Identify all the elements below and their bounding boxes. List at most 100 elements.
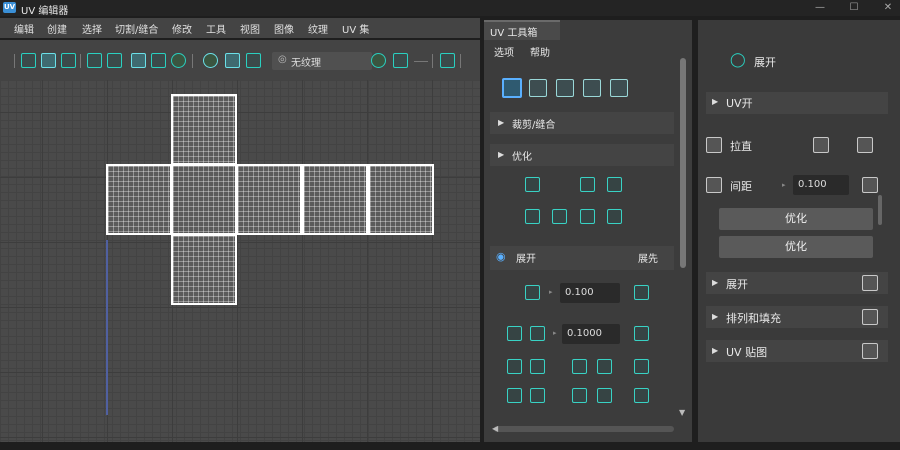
unfold-along-icon[interactable] [607,177,622,192]
distortion-icon[interactable] [151,53,166,68]
scroll-left-arrow-icon[interactable]: ◀ [492,424,498,433]
optimize-button-1[interactable]: 优化 [719,208,873,230]
section-optimize-label: 优化 [512,152,532,163]
toolbar-separator [432,54,433,68]
snapshot-icon[interactable] [440,53,455,68]
gamma-slider-icon[interactable] [393,53,408,68]
texture-icon: ◎ [278,54,287,65]
select-grid-icon[interactable] [583,79,601,97]
section-unfold-2-label: 展开 [726,278,748,291]
grid-display-icon[interactable] [87,53,102,68]
toolkit-menu-options[interactable]: 选项 [494,44,514,59]
field-arrow-icon: ▸ [553,329,557,337]
uv-shell-face-bottom[interactable] [171,234,237,305]
grid-options-icon[interactable] [634,326,649,341]
rotate-options-icon[interactable] [530,326,545,341]
menu-select[interactable]: 选择 [82,21,102,36]
optimize-icon[interactable] [525,177,540,192]
right-panel [698,20,900,442]
select-faces-icon[interactable] [610,79,628,97]
toolkit-menu-help[interactable]: 帮助 [530,44,550,59]
uv-shell-face-top[interactable] [171,94,237,165]
flip-icon-3[interactable] [572,388,587,403]
align-icon-4[interactable] [597,359,612,374]
rotate-icon[interactable] [507,326,522,341]
toolbar-separator [460,54,461,68]
texture-dropdown[interactable] [272,52,372,70]
select-edge-loop-icon[interactable] [556,79,574,97]
uv-axis-line [106,240,108,415]
align-icon-3[interactable] [572,359,587,374]
uv-shell-face-back-2[interactable] [368,164,434,235]
section-options-icon[interactable] [862,309,878,325]
unfold-section-icon: ◉ [496,250,506,263]
straighten-icon[interactable] [580,177,595,192]
menu-edit[interactable]: 编辑 [14,21,34,36]
expand-arrow-icon: ▶ [712,312,719,321]
unfold-value-field[interactable]: 0.100 [560,283,620,303]
menu-texture[interactable]: 纹理 [308,21,328,36]
right-panel-scrollbar[interactable] [878,195,882,225]
select-border-icon[interactable] [529,79,547,97]
spacing-options-icon[interactable] [862,177,878,193]
relax-icon[interactable] [525,209,540,224]
shaded-uv-icon[interactable] [225,53,240,68]
align-icon-1[interactable] [507,359,522,374]
flip-icon-4[interactable] [597,388,612,403]
rotate-value-field[interactable]: 0.1000 [562,324,620,344]
frame-uv-icon[interactable] [246,53,261,68]
uv-shell-face-right[interactable] [236,164,302,235]
toolkit-vertical-scrollbar[interactable] [680,58,686,268]
smooth-icon[interactable] [552,209,567,224]
section-unfold-label: 展开 [516,254,536,265]
texture-dropdown-value: 无纹理 [291,58,321,69]
uv-shell-face-back[interactable] [302,164,368,235]
menu-tools[interactable]: 工具 [206,21,226,36]
close-button[interactable]: ✕ [880,1,896,15]
checker-map-icon[interactable] [131,53,146,68]
align-icon-2[interactable] [530,359,545,374]
toolkit-horizontal-scrollbar[interactable] [494,426,674,432]
straighten-u-icon[interactable] [813,137,829,153]
optimize-button-2[interactable]: 优化 [719,236,873,258]
section-cut-sew-label: 裁剪/缝合 [512,120,556,131]
menu-create[interactable]: 创建 [47,21,67,36]
uv-shell-face-left[interactable] [106,164,172,235]
select-shell-icon[interactable] [502,78,522,98]
scroll-down-arrow-icon[interactable]: ▼ [679,408,685,417]
section-options-icon[interactable] [862,275,878,291]
texture-tiles-icon[interactable] [171,53,186,68]
align-icon-5[interactable] [634,359,649,374]
expand-arrow-icon: ▶ [498,118,505,127]
uv-shell-face-front[interactable] [171,164,237,235]
unfold-options-icon[interactable] [634,285,649,300]
menu-cut-sew[interactable]: 切割/缝合 [115,21,158,36]
straighten-row-icon [706,137,722,153]
isolate-select-icon[interactable] [203,53,218,68]
menu-view[interactable]: 视图 [240,21,260,36]
exposure-icon[interactable] [371,53,386,68]
right-panel-top-label: 展开 [754,56,776,69]
uv-face-mode-icon[interactable] [61,53,76,68]
uv-viewport[interactable] [0,80,480,442]
minimize-button[interactable]: — [812,1,828,15]
flip-icon-1[interactable] [507,388,522,403]
menu-image[interactable]: 图像 [274,21,294,36]
menu-uv-sets[interactable]: UV 集 [342,21,369,36]
flip-icon-2[interactable] [530,388,545,403]
spacing-value-field[interactable]: 0.100 [793,175,849,195]
straighten-v-icon[interactable] [857,137,873,153]
uv-select-mode-icon[interactable] [21,53,36,68]
distribute-icon[interactable] [580,209,595,224]
flip-icon-5[interactable] [634,388,649,403]
expand-arrow-icon: ▶ [712,97,719,106]
maximize-button[interactable]: ☐ [846,1,862,15]
layout-icon[interactable] [607,209,622,224]
uv-border-icon[interactable] [107,53,122,68]
menu-modify[interactable]: 修改 [172,21,192,36]
gamma-slider-track[interactable] [414,61,428,62]
field-arrow-icon: ▸ [782,181,786,189]
uv-shell-mode-icon[interactable] [41,53,56,68]
unfold-icon[interactable] [525,285,540,300]
section-options-icon[interactable] [862,343,878,359]
